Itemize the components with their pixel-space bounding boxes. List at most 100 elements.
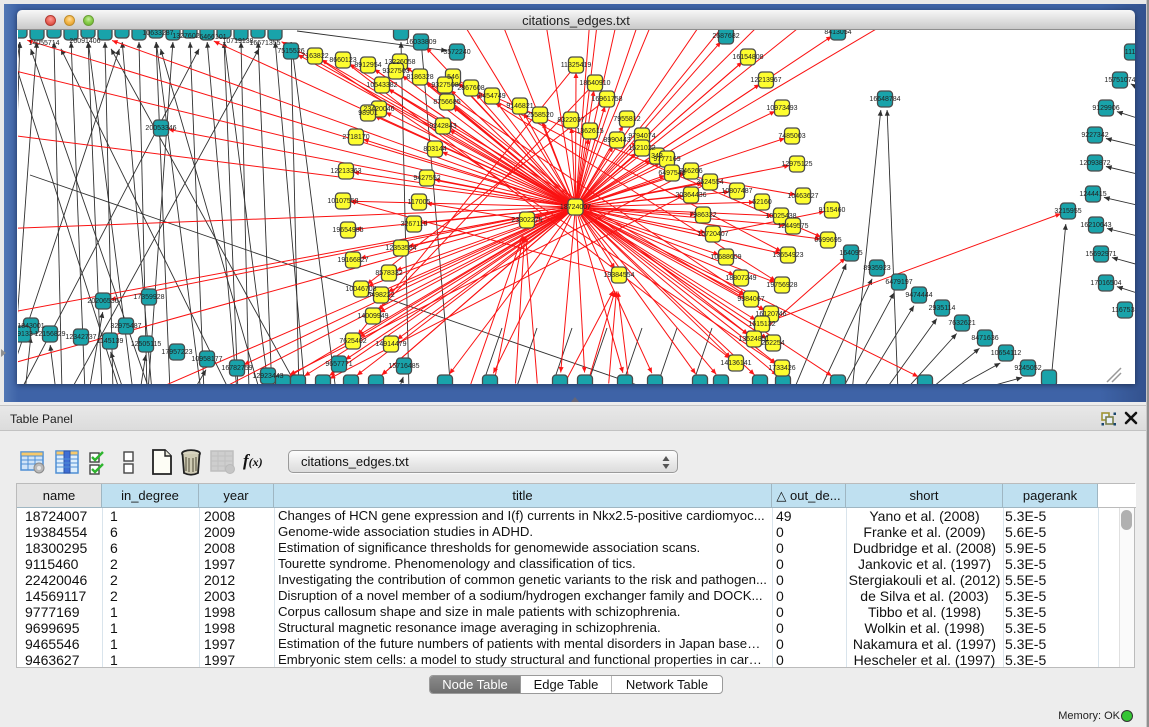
svg-text:14055714: 14055714 [28,40,59,47]
svg-text:10654112: 10654112 [991,350,1022,357]
svg-text:3624554: 3624554 [696,179,723,186]
svg-text:5498222: 5498222 [367,292,394,299]
svg-text:10958177: 10958177 [191,356,222,363]
svg-text:10633287: 10633287 [142,30,173,37]
svg-text:9146821: 9146821 [506,103,533,110]
svg-text:12156829: 12156829 [34,331,65,338]
svg-text:1167533: 1167533 [1112,307,1135,314]
svg-text:9384067: 9384067 [737,296,764,303]
svg-text:3267110: 3267110 [401,221,428,228]
svg-text:19756928: 19756928 [766,282,797,289]
svg-text:3215955: 3215955 [1054,208,1081,215]
svg-text:19384554: 19384554 [603,272,634,279]
svg-text:9794074: 9794074 [628,133,655,140]
svg-text:17359928: 17359928 [133,294,164,301]
svg-text:7163822: 7163822 [301,53,328,60]
svg-text:32975487: 32975487 [110,323,141,330]
svg-text:2687682: 2687682 [712,33,739,40]
svg-text:15720407: 15720407 [697,231,728,238]
svg-text:13654923: 13654923 [772,252,803,259]
svg-text:2718170: 2718170 [342,134,369,141]
svg-text:16671355: 16671355 [249,40,280,47]
svg-text:10025438: 10025438 [765,213,796,220]
svg-text:1112: 1112 [1125,49,1135,56]
svg-text:1244415: 1244415 [1079,191,1106,198]
svg-text:8322037: 8322037 [557,117,584,124]
svg-text:7986322: 7986322 [689,212,716,219]
svg-text:10807487: 10807487 [721,188,752,195]
svg-text:8578332: 8578332 [375,270,402,277]
svg-text:546: 546 [447,74,459,81]
svg-text:7632621: 7632621 [948,320,975,327]
svg-text:14914479: 14914479 [375,341,406,348]
svg-text:9227342: 9227342 [1081,132,1108,139]
svg-text:8912954: 8912954 [354,62,381,69]
svg-text:12449575: 12449575 [777,223,808,230]
svg-text:1615132: 1615132 [748,321,775,328]
svg-text:6479197: 6479197 [885,279,912,286]
svg-text:803144: 803144 [423,146,446,153]
svg-text:18640910: 18640910 [579,80,610,87]
svg-text:9777169: 9777169 [653,156,680,163]
svg-text:12923443: 12923443 [252,373,283,380]
svg-text:15751074: 15751074 [1104,77,1135,84]
svg-text:18807249: 18807249 [725,275,756,282]
svg-text:15692971: 15692971 [1085,251,1116,258]
svg-text:8413054: 8413054 [824,30,851,36]
svg-text:3572240: 3572240 [443,49,470,56]
svg-text:9427552: 9427552 [413,175,440,182]
svg-text:9242843: 9242843 [429,123,456,130]
svg-text:2935114: 2935114 [929,305,956,312]
svg-text:9474444: 9474444 [905,292,932,299]
svg-text:10688609: 10688609 [710,254,741,261]
svg-text:10107553: 10107553 [327,198,358,205]
svg-text:11325419: 11325419 [561,62,592,69]
svg-text:20206536: 20206536 [87,298,118,305]
svg-text:62160: 62160 [752,199,772,206]
svg-text:10463627: 10463627 [787,193,818,200]
svg-text:9657771: 9657771 [325,361,352,368]
svg-text:19654985: 19654985 [332,227,363,234]
svg-text:12213967: 12213967 [750,77,781,84]
svg-text:1362615: 1362615 [576,128,603,135]
svg-text:8990443: 8990443 [603,137,630,144]
svg-text:16033809: 16033809 [405,39,436,46]
svg-text:1843001: 1843001 [18,323,45,330]
svg-text:10973493: 10973493 [766,105,797,112]
svg-text:7625402: 7625402 [339,338,366,345]
svg-text:8660123: 8660123 [329,57,356,64]
svg-text:23302275: 23302275 [511,217,542,224]
svg-text:13226058: 13226058 [384,59,415,66]
svg-text:20091406: 20091406 [69,38,100,45]
svg-text:7955812: 7955812 [613,116,640,123]
svg-text:117005: 117005 [408,199,431,206]
svg-text:1733426: 1733426 [768,365,795,372]
svg-text:1621022: 1621022 [628,145,655,152]
svg-text:17016504: 17016504 [1090,280,1121,287]
svg-text:8471636: 8471636 [971,335,998,342]
svg-text:7485003: 7485003 [778,133,805,140]
svg-text:8756685: 8756685 [433,99,460,106]
svg-text:8935923: 8935923 [863,265,890,272]
svg-text:16961758: 16961758 [591,96,622,103]
svg-text:12342737: 12342737 [65,334,96,341]
svg-text:0699695: 0699695 [814,237,841,244]
svg-text:9115460: 9115460 [819,207,846,214]
svg-text:15716485: 15716485 [388,363,419,370]
svg-text:12213363: 12213363 [330,168,361,175]
svg-text:9327508: 9327508 [431,82,458,89]
svg-text:10543382: 10543382 [366,82,397,89]
svg-text:39133: 39133 [18,331,33,338]
svg-text:16648784: 16648784 [869,96,900,103]
svg-text:16210643: 16210643 [1080,222,1111,229]
svg-text:98901: 98901 [358,110,378,117]
svg-text:2558520: 2558520 [526,112,553,119]
svg-text:17957223: 17957223 [161,349,192,356]
svg-text:12353584: 12353584 [385,245,416,252]
svg-text:18724007: 18724007 [560,204,591,211]
svg-text:8186328: 8186328 [406,74,433,81]
svg-text:20053346: 20053346 [145,125,176,132]
svg-text:19166827: 19166827 [337,257,368,264]
svg-text:8454749: 8454749 [478,93,505,100]
svg-text:1327602: 1327602 [172,33,199,40]
